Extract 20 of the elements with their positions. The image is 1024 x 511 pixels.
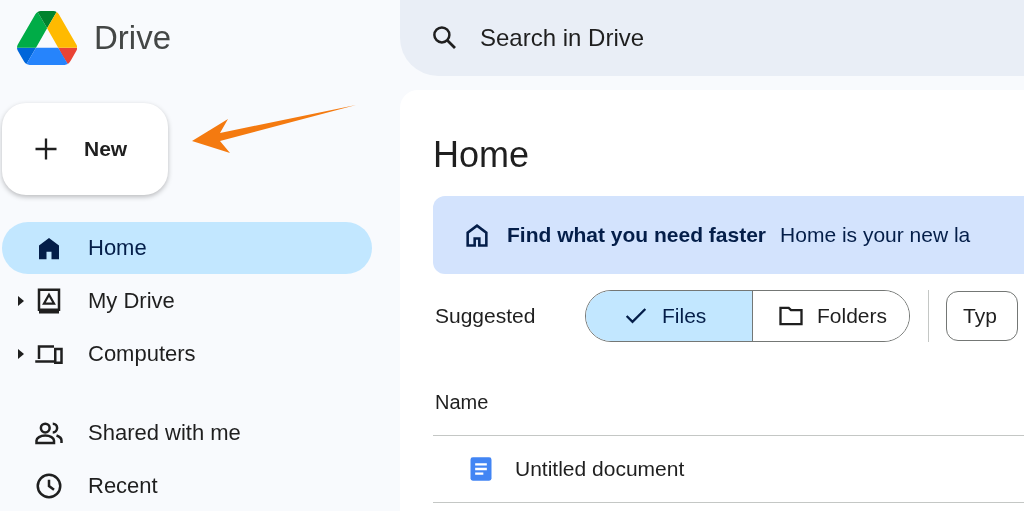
clock-icon — [34, 471, 64, 501]
filter-label: Suggested — [434, 304, 537, 328]
search-field[interactable]: Search in Drive — [478, 23, 878, 53]
home-icon — [463, 221, 491, 249]
nav-item[interactable]: Computers — [2, 328, 372, 380]
drive-logo-icon — [17, 11, 77, 65]
banner-text: Home is your new la — [780, 223, 971, 247]
nav-item[interactable]: Recent — [2, 460, 372, 511]
column-header[interactable]: Name — [435, 390, 489, 414]
nav-item[interactable]: Home — [2, 222, 372, 274]
filter-chip[interactable]: Typ — [946, 291, 1018, 341]
banner-heading: Find what you need faster — [507, 223, 767, 247]
file-name[interactable]: Untitled document — [515, 457, 685, 481]
nav-item[interactable]: Shared with me — [2, 407, 372, 459]
new-button[interactable]: New — [2, 103, 168, 195]
segment-button[interactable]: Files — [586, 291, 753, 341]
nav-item[interactable]: My Drive — [2, 275, 372, 327]
search-field[interactable]: Search in Drive — [400, 0, 1024, 76]
page-title: Home — [433, 133, 531, 177]
app-title: Drive — [94, 19, 171, 57]
